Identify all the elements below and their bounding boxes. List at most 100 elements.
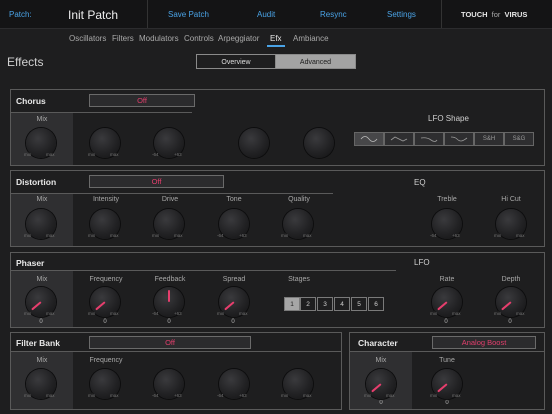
knob-scale-max: max xyxy=(174,233,183,238)
sine-icon xyxy=(360,136,378,142)
tab-modulators[interactable]: Modulators xyxy=(139,34,179,43)
phaser-frequency-value: 0 xyxy=(103,319,107,325)
stage-1-button[interactable]: 1 xyxy=(284,297,300,311)
knob-scale-max: +63 xyxy=(174,311,182,316)
knob-scale-max: max xyxy=(386,393,395,398)
stage-4-button[interactable]: 4 xyxy=(334,297,350,311)
phaser-frequency-label: Frequency xyxy=(89,276,123,283)
settings-button[interactable]: Settings xyxy=(387,10,416,19)
patch-label: Patch: xyxy=(9,10,32,19)
knob-scale-max: max xyxy=(110,311,119,316)
phaser-spread-value: 0 xyxy=(231,319,235,325)
stage-6-button[interactable]: 6 xyxy=(368,297,384,311)
chorus-knob-4[interactable] xyxy=(239,128,269,158)
chorus-type-select[interactable]: Off xyxy=(89,94,195,107)
tab-oscillators[interactable]: Oscillators xyxy=(69,34,106,43)
knob-scale-min: min xyxy=(494,311,502,316)
tab-filters[interactable]: Filters xyxy=(112,34,134,43)
character-tune-value: 0 xyxy=(445,400,449,406)
distortion-title: Distortion xyxy=(16,177,57,187)
knob-scale-min: -64 xyxy=(152,152,159,157)
knob-scale-min: min xyxy=(88,233,96,238)
lfo-shape-sh[interactable]: S&H xyxy=(474,132,504,146)
stage-3-button[interactable]: 3 xyxy=(317,297,333,311)
audit-button[interactable]: Audit xyxy=(257,10,275,19)
phaser-feedback-pointer xyxy=(168,290,170,302)
distortion-tone-label: Tone xyxy=(226,196,242,203)
lfo-shape-square[interactable] xyxy=(444,132,474,146)
knob-scale-max: max xyxy=(303,233,312,238)
filter-bank-title: Filter Bank xyxy=(16,338,60,348)
knob-scale-max: max xyxy=(46,393,55,398)
knob-scale-min: min xyxy=(24,393,32,398)
section-rule xyxy=(350,351,544,352)
lfo-shape-triangle[interactable] xyxy=(384,132,414,146)
tab-efx[interactable]: Efx xyxy=(270,34,282,43)
character-type-select[interactable]: Analog Boost xyxy=(432,336,536,349)
filter-bank-type-select[interactable]: Off xyxy=(89,336,251,349)
knob-scale-min: min xyxy=(88,311,96,316)
tab-arpeggiator[interactable]: Arpeggiator xyxy=(218,34,259,43)
knob-scale-max: +63 xyxy=(174,152,182,157)
section-rule xyxy=(11,193,333,194)
stage-2-button[interactable]: 2 xyxy=(300,297,316,311)
section-rule xyxy=(11,351,341,352)
phaser-feedback-label: Feedback xyxy=(154,276,186,283)
divider xyxy=(147,0,148,28)
character-title: Character xyxy=(358,338,398,348)
distortion-drive-label: Drive xyxy=(161,196,179,203)
knob-scale-min: min xyxy=(24,152,32,157)
overview-toggle[interactable]: Overview xyxy=(196,54,276,69)
brand-touch: TOUCH xyxy=(461,10,488,19)
knob-scale-max: +63 xyxy=(239,393,247,398)
knob-scale-max: max xyxy=(46,311,55,316)
save-patch-button[interactable]: Save Patch xyxy=(168,10,209,19)
knob-scale-min: min xyxy=(430,311,438,316)
knob-scale-min: min xyxy=(430,393,438,398)
knob-scale-max: max xyxy=(110,233,119,238)
advanced-toggle[interactable]: Advanced xyxy=(275,54,356,69)
knob-scale-max: max xyxy=(239,311,248,316)
filter-bank-mix-label: Mix xyxy=(36,357,48,364)
knob-scale-max: max xyxy=(46,152,55,157)
eq-treble-label: Treble xyxy=(437,196,457,203)
knob-scale-max: max xyxy=(452,393,461,398)
lfo-shape-sine[interactable] xyxy=(354,132,384,146)
knob-scale-min: min xyxy=(88,393,96,398)
section-rule xyxy=(11,270,396,271)
eq-title: EQ xyxy=(414,178,426,187)
phaser-rate-value: 0 xyxy=(444,319,448,325)
character-mix-value: 0 xyxy=(379,400,383,406)
tab-ambiance[interactable]: Ambiance xyxy=(293,34,329,43)
page-title: Effects xyxy=(7,55,44,69)
saw-icon xyxy=(420,137,438,142)
knob-scale-min: -64 xyxy=(152,311,159,316)
tab-controls[interactable]: Controls xyxy=(184,34,214,43)
phaser-title: Phaser xyxy=(16,258,45,268)
lfo-shape-sg[interactable]: S&G xyxy=(504,132,534,146)
lfo-shape-saw[interactable] xyxy=(414,132,444,146)
phaser-depth-label: Depth xyxy=(501,276,521,283)
eq-hicut-label: Hi Cut xyxy=(501,196,521,203)
phaser-rate-label: Rate xyxy=(439,276,455,283)
patch-name[interactable]: Init Patch xyxy=(68,8,118,22)
knob-scale-max: max xyxy=(452,311,461,316)
knob-scale-max: max xyxy=(110,393,119,398)
triangle-icon xyxy=(390,136,408,142)
stage-5-button[interactable]: 5 xyxy=(351,297,367,311)
active-tab-indicator xyxy=(267,45,285,47)
distortion-type-select[interactable]: Off xyxy=(89,175,224,188)
filter-bank-frequency-label: Frequency xyxy=(89,357,123,364)
knob-scale-min: min xyxy=(281,233,289,238)
brand-virus: VIRUS xyxy=(504,10,528,19)
phaser-stages-label: Stages xyxy=(288,276,310,283)
chorus-knob-5[interactable] xyxy=(304,128,334,158)
knob-scale-min: min xyxy=(281,393,289,398)
knob-scale-min: min xyxy=(24,311,32,316)
distortion-intensity-label: Intensity xyxy=(92,196,120,203)
character-tune-label: Tune xyxy=(439,357,455,364)
phaser-feedback-value: 0 xyxy=(167,319,171,325)
resync-button[interactable]: Resync xyxy=(320,10,347,19)
chorus-mix-label: Mix xyxy=(36,116,48,123)
knob-scale-min: min xyxy=(88,152,96,157)
